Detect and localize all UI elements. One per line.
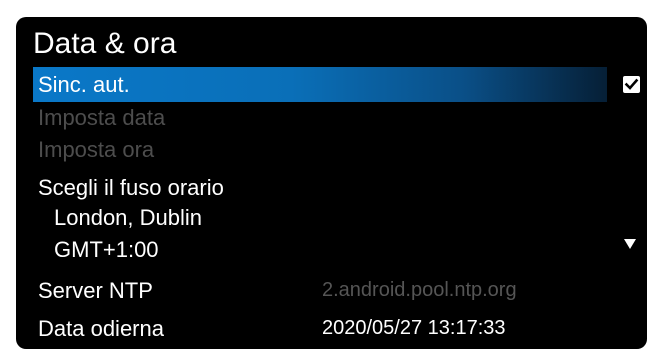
checkmark-icon — [624, 78, 639, 90]
current-date-label: Data odierna — [38, 316, 164, 341]
set-date-row: Imposta data — [16, 102, 647, 133]
ntp-server-row[interactable]: Server NTP 2.android.pool.ntp.org — [16, 275, 647, 306]
set-time-row: Imposta ora — [16, 134, 647, 165]
timezone-city: London, Dublin — [54, 205, 203, 230]
ntp-server-value: 2.android.pool.ntp.org — [322, 279, 517, 301]
dropdown-arrow-icon[interactable] — [624, 239, 636, 249]
timezone-label: Scegli il fuso orario — [38, 175, 224, 200]
current-date-value: 2020/05/27 13:17:33 — [322, 317, 506, 339]
auto-sync-row[interactable]: Sinc. aut. — [16, 67, 647, 102]
page-title: Data & ora — [33, 27, 177, 60]
auto-sync-checkbox-icon[interactable] — [623, 76, 640, 93]
timezone-offset: GMT+1:00 — [54, 237, 159, 262]
current-date-row: Data odierna 2020/05/27 13:17:33 — [16, 313, 647, 344]
set-date-label: Imposta data — [38, 105, 166, 130]
ntp-server-label: Server NTP — [38, 278, 153, 303]
set-time-label: Imposta ora — [38, 137, 155, 162]
timezone-row[interactable]: Scegli il fuso orario London, Dublin GMT… — [16, 172, 647, 268]
auto-sync-label: Sinc. aut. — [38, 72, 130, 97]
settings-panel: Data & ora Sinc. aut. Imposta data Impos… — [16, 17, 647, 349]
